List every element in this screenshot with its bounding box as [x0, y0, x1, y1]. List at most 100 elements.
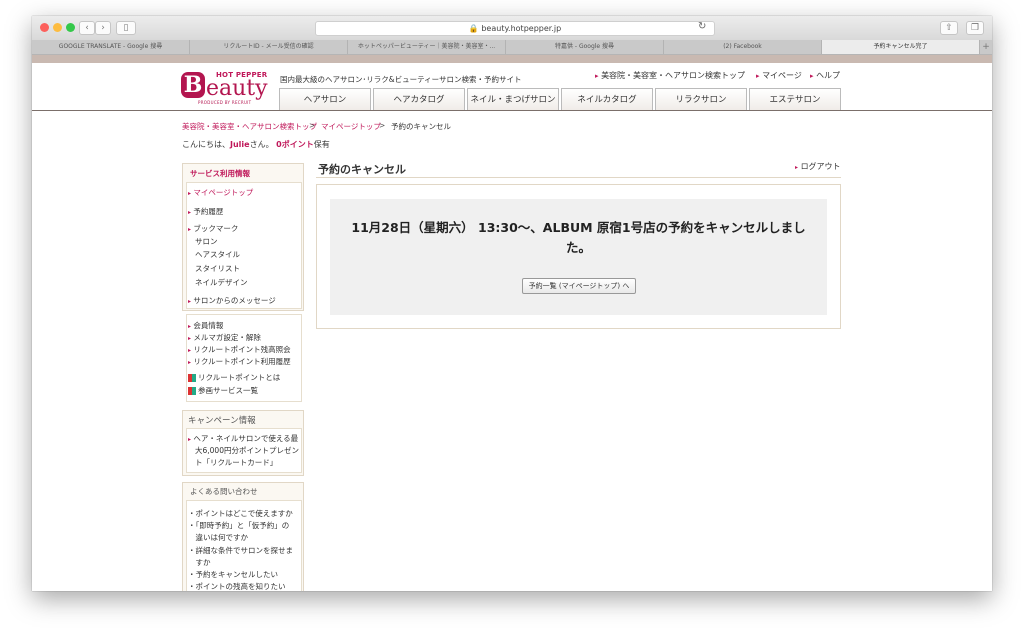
back-button[interactable]: ‹ — [79, 21, 95, 35]
arrow-icon: ▸ — [795, 164, 799, 171]
site-logo-mark[interactable]: B — [181, 72, 205, 98]
sidebar-item-label: ブックマーク — [193, 224, 239, 233]
header-link-label: 美容院・美容室・ヘアサロン検索トップ — [601, 71, 746, 80]
cancel-message-line: 11月28日（星期六） 13:30～、ALBUM 原宿1号店の予約をキャンセルし… — [351, 220, 806, 235]
browser-tab[interactable]: GOOGLE TRANSLATE - Google 搜尋 — [32, 40, 190, 54]
breadcrumb-separator: > — [309, 121, 316, 130]
sidebar-item-label: 参画サービス一覧 — [198, 386, 258, 395]
points-balance: 0ポイント — [276, 140, 314, 149]
arrow-icon: ▸ — [188, 323, 192, 330]
logo-byline: PRODUCED BY RECRUIT — [198, 100, 252, 105]
sidebar-item-label: リクルートポイントとは — [198, 373, 281, 382]
share-icon: ⇧ — [945, 23, 953, 33]
sidebar-item-label: メルマガ設定・解除 — [193, 333, 261, 342]
tab-bar: GOOGLE TRANSLATE - Google 搜尋 リクルートID - メ… — [32, 40, 992, 55]
sidebar-item-bookmark[interactable]: ▸ ブックマーク — [188, 223, 238, 234]
nav-tab-esthetic-salon[interactable]: エステサロン — [749, 88, 841, 110]
sidebar-item-mail-settings[interactable]: ▸ メルマガ設定・解除 — [188, 332, 261, 343]
recruit-point-icon — [188, 374, 196, 382]
faq-item-continued[interactable]: 違いは何ですか — [188, 532, 248, 543]
site-tagline: 国内最大級のヘアサロン･リラク&ビューティーサロン検索・予約サイト — [280, 75, 522, 84]
sidebar-item-services[interactable]: 参画サービス一覧 — [188, 385, 258, 396]
faq-item[interactable]: ・「即時予約」と「仮予約」の — [188, 520, 289, 531]
breadcrumb-separator: > — [379, 121, 386, 130]
header-link-help[interactable]: ▸ ヘルプ — [810, 70, 840, 81]
arrow-icon: ▸ — [595, 72, 599, 80]
zoom-window-icon[interactable] — [66, 23, 75, 32]
faq-item-continued[interactable]: すか — [188, 557, 210, 568]
lock-icon: 🔒 — [468, 24, 479, 33]
sidebar-item-mypage-top[interactable]: ▸ マイページトップ — [188, 187, 253, 198]
browser-tab[interactable]: (2) Facebook — [664, 40, 822, 54]
sidebar-item-point-balance[interactable]: ▸ リクルートポイント残高照会 — [188, 344, 291, 355]
faq-item[interactable]: ・ポイントの残高を知りたい — [188, 581, 286, 592]
nav-tab-hair-salon[interactable]: ヘアサロン — [279, 88, 371, 110]
reload-icon[interactable]: ↻ — [698, 21, 706, 32]
tabs-overview-button[interactable]: ❐ — [966, 21, 984, 35]
sidebar-icon: ▯ — [123, 23, 129, 33]
arrow-icon: ▸ — [188, 436, 192, 443]
campaign-line[interactable]: ト「リクルートカード」 — [195, 457, 277, 468]
sidebar-item-messages[interactable]: ▸ サロンからのメッセージ — [188, 295, 276, 306]
header-link-label: ヘルプ — [816, 71, 841, 80]
site-logo-text[interactable]: eauty — [206, 76, 268, 101]
sidebar-toggle-button[interactable]: ▯ — [116, 21, 136, 35]
arrow-icon: ▸ — [188, 359, 192, 366]
sidebar-sub-salon[interactable]: サロン — [195, 236, 218, 247]
user-name: Julie — [230, 140, 250, 149]
faq-item[interactable]: ・詳細な条件でサロンを探せま — [188, 545, 293, 556]
nav-tab-hair-catalog[interactable]: ヘアカタログ — [373, 88, 465, 110]
arrow-icon: ▸ — [188, 209, 192, 216]
sidebar-item-about-points[interactable]: リクルートポイントとは — [188, 372, 280, 383]
sidebar-sub-hairstyle[interactable]: ヘアスタイル — [195, 249, 240, 260]
browser-tab-active[interactable]: 予約キャンセル完了 — [822, 40, 980, 54]
header-link-mypage[interactable]: ▸ マイページ — [756, 70, 802, 81]
sidebar-item-label: 予約履歴 — [193, 207, 224, 216]
campaign-line: ヘア・ネイルサロンで使える最 — [193, 434, 299, 443]
breadcrumb-link-mypage[interactable]: マイページトップ — [321, 121, 381, 132]
forward-button[interactable]: › — [95, 21, 111, 35]
nav-tab-relax-salon[interactable]: リラクサロン — [655, 88, 747, 110]
breadcrumb-current: 予約のキャンセル — [391, 122, 451, 131]
browser-tab[interactable]: ホットペッパービューティー｜美容院・美容室・... — [348, 40, 506, 54]
share-button[interactable]: ⇧ — [940, 21, 958, 35]
sidebar-item-label: サロンからのメッセージ — [193, 296, 276, 305]
cancel-confirmation-message: 11月28日（星期六） 13:30～、ALBUM 原宿1号店の予約をキャンセルし… — [335, 218, 822, 258]
new-tab-button[interactable]: + — [980, 40, 992, 54]
nav-divider — [32, 110, 992, 111]
faq-item[interactable]: ・ポイントはどこで使えますか — [188, 508, 293, 519]
nav-tab-nail-catalog[interactable]: ネイルカタログ — [561, 88, 653, 110]
close-window-icon[interactable] — [40, 23, 49, 32]
arrow-icon: ▸ — [188, 190, 192, 197]
sidebar-sub-stylist[interactable]: スタイリスト — [195, 263, 240, 274]
page-title: 予約のキャンセル — [318, 163, 406, 176]
address-bar[interactable]: 🔒 beauty.hotpepper.jp — [315, 21, 715, 36]
sidebar-sub-nail-design[interactable]: ネイルデザイン — [195, 277, 248, 288]
arrow-icon: ▸ — [810, 72, 814, 80]
header-link-search-top[interactable]: ▸ 美容院・美容室・ヘアサロン検索トップ — [595, 70, 745, 81]
points-suffix: 保有 — [313, 140, 330, 149]
recruit-service-icon — [188, 387, 196, 395]
minimize-window-icon[interactable] — [53, 23, 62, 32]
header-stripe — [32, 55, 992, 63]
breadcrumb-link-search-top[interactable]: 美容院・美容室・ヘアサロン検索トップ — [182, 121, 317, 132]
nav-tab-nail-eyelash[interactable]: ネイル・まつげサロン — [467, 88, 559, 110]
header-link-label: マイページ — [762, 71, 802, 80]
title-underline — [316, 177, 841, 178]
main-nav: ヘアサロン ヘアカタログ ネイル・まつげサロン ネイルカタログ リラクサロン エ… — [279, 88, 843, 110]
browser-tab[interactable]: リクルートID - メール受信の確認 — [190, 40, 348, 54]
faq-item[interactable]: ・予約をキャンセルしたい — [188, 569, 278, 580]
browser-tab[interactable]: 特嘉供 - Google 搜尋 — [506, 40, 664, 54]
greeting: こんにちは、Julieさん。 0ポイント保有 — [182, 139, 330, 150]
tabs-icon: ❐ — [970, 23, 980, 33]
address-text: beauty.hotpepper.jp — [481, 24, 562, 33]
campaign-line[interactable]: 大6,000円分ポイントプレゼン — [195, 445, 299, 456]
sidebar-item-member-info[interactable]: ▸ 会員情報 — [188, 320, 223, 331]
sidebar-item-point-history[interactable]: ▸ リクルートポイント利用履歴 — [188, 356, 291, 367]
sidebar-campaign-link[interactable]: ▸ ヘア・ネイルサロンで使える最 — [188, 433, 298, 444]
reservation-list-button[interactable]: 予約一覧 (マイページトップ) へ — [522, 278, 636, 294]
greeting-suffix: さん。 — [249, 140, 274, 149]
sidebar-item-history[interactable]: ▸ 予約履歴 — [188, 206, 223, 217]
sidebar-faq-title: よくある問い合わせ — [190, 487, 258, 496]
logout-link[interactable]: ▸ ログアウト — [795, 161, 841, 172]
